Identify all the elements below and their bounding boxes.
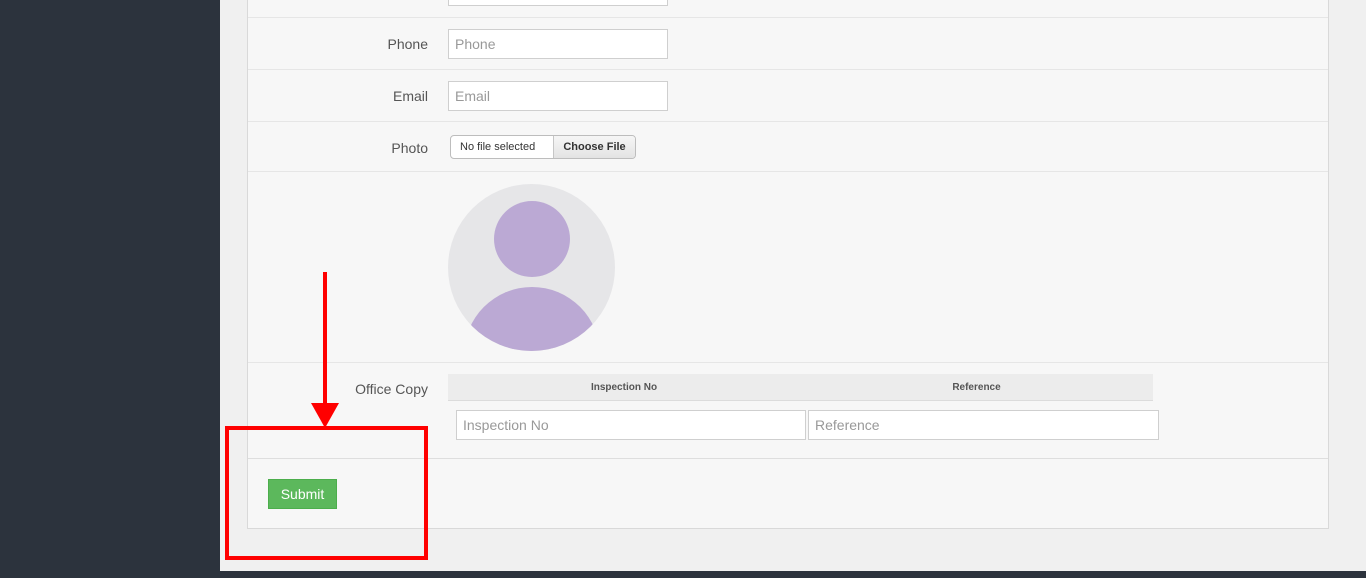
footer-strip [220, 571, 1366, 578]
row-divider [248, 362, 1328, 363]
photo-file-input[interactable]: No file selected Choose File [450, 135, 636, 159]
row-divider [248, 171, 1328, 172]
column-header-inspection-no: Inspection No [590, 382, 658, 393]
email-label: Email [392, 88, 428, 104]
annotation-highlight-box [225, 426, 428, 560]
column-header-reference: Reference [952, 382, 1001, 393]
avatar-placeholder-icon [448, 184, 615, 351]
row-divider [248, 69, 1328, 70]
annotation-arrow-icon [311, 272, 339, 428]
row-divider [248, 121, 1328, 122]
choose-file-button[interactable]: Choose File [553, 136, 635, 158]
inspection-no-input[interactable] [456, 410, 806, 440]
phone-input[interactable] [448, 29, 668, 59]
photo-label: Photo [391, 140, 428, 156]
reference-input[interactable] [808, 410, 1159, 440]
previous-field-input[interactable] [448, 0, 668, 6]
row-divider [248, 17, 1328, 18]
file-status-text: No file selected [460, 141, 536, 153]
office-copy-table-header: Inspection No Reference [448, 374, 1153, 401]
email-input[interactable] [448, 81, 668, 111]
phone-label: Phone [387, 36, 428, 52]
